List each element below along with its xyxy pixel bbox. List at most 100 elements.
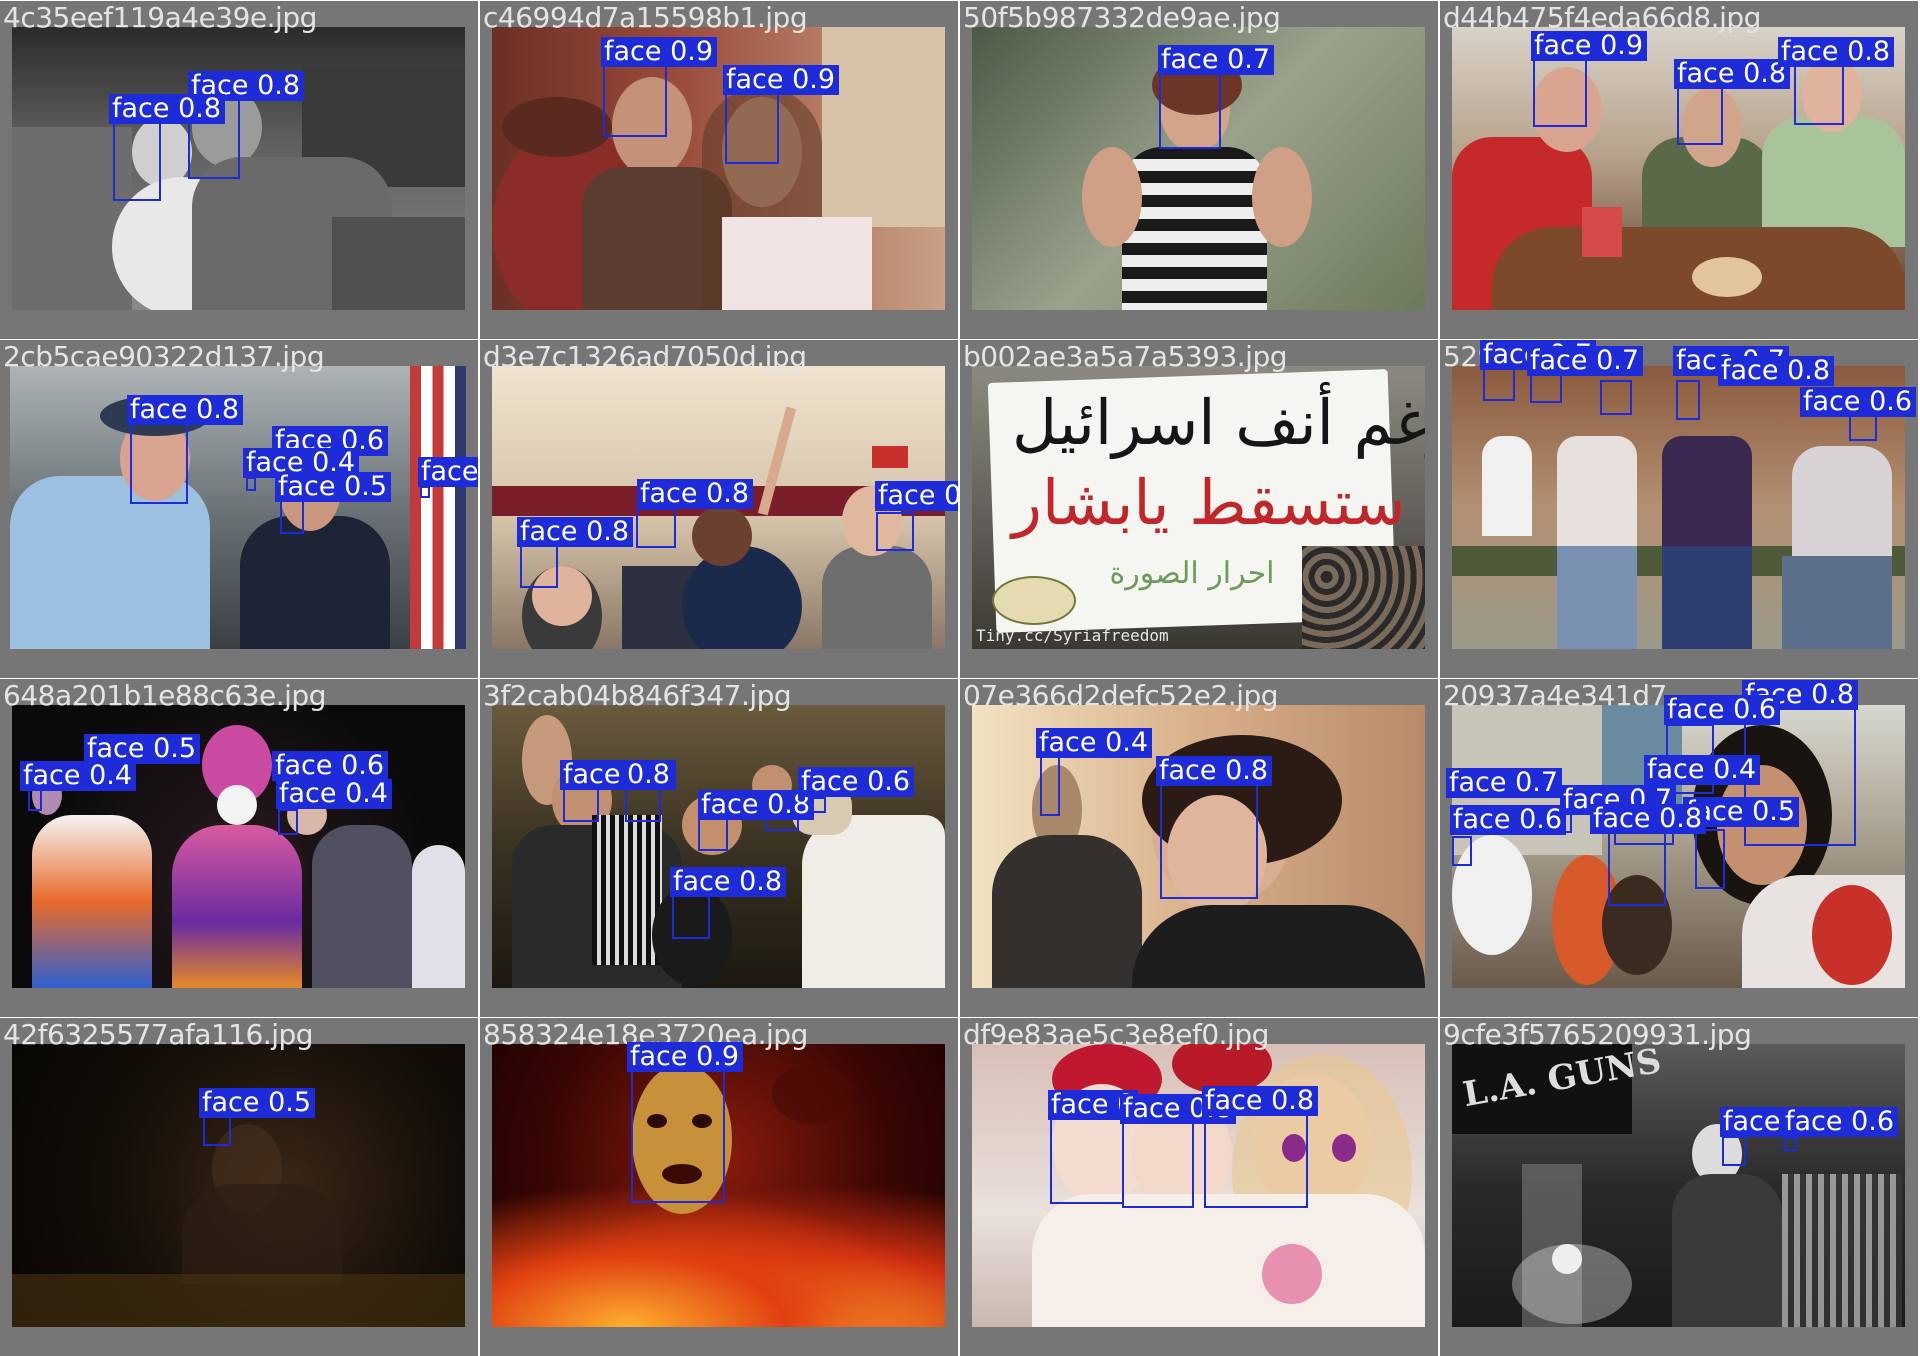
filename-label: d3e7c1326ad7050d.jpg [483,340,807,373]
face-label: face 0.7 [1527,346,1644,376]
face-box [1122,1122,1194,1208]
tile-12: 42f6325577afa116.jpg face 0.5 [0,1018,478,1356]
photo [12,705,465,988]
tile-10: 07e366d2defc52e2.jpg face 0.4 face 0.8 [960,679,1438,1017]
face-label: face 0.8 [1156,756,1273,786]
face-box [1677,85,1723,145]
face-box [876,512,914,551]
face-label: face 0.4 [20,761,137,791]
face-box [1160,784,1258,899]
face-box [725,91,779,164]
face-label: face 0.8 [127,395,244,425]
filename-label: b002ae3a5a7a5393.jpg [963,340,1288,373]
tile-13: 858324e18e3720ea.jpg face 0.9 [480,1018,958,1356]
filename-label: 4c35eef119a4e39e.jpg [3,1,317,34]
face-box [631,1070,725,1203]
face-label: face 0.4 [1644,755,1761,785]
face-box [1159,73,1221,149]
face-label: face 0.7 [875,481,958,511]
tile-5: d3e7c1326ad7050d.jpg face 0.8 face 0.8 f… [480,340,958,678]
face-box [636,508,676,548]
face-box [520,545,558,588]
face-label: face 0.7 [1158,45,1275,75]
filename-label: 50f5b987332de9ae.jpg [963,1,1281,34]
face-label: face 0.9 [601,37,718,67]
photo [972,1044,1425,1327]
face-box [1608,829,1666,906]
face-label: face [1720,1107,1785,1137]
face-box [563,788,599,822]
face-box [113,121,161,201]
sign-line-1: رغم أنف اسرائيل [1012,386,1425,459]
face-label: face 0.9 [1531,31,1648,61]
filename-label: 42f6325577afa116.jpg [3,1018,314,1051]
face-label: face 0.6 [1664,695,1781,725]
face-box [1452,836,1472,866]
filename-label: 9cfe3f5765209931.jpg [1443,1018,1752,1051]
face-box [1040,756,1060,816]
face-box [1695,829,1725,889]
face-label: face 0.5 [275,472,392,502]
face-box [625,788,661,822]
face-label: face 0.8 [1202,1086,1319,1116]
face-box [1204,1114,1308,1208]
photo: رغم أنف اسرائيل ستسقط يابشار احرار الصور… [972,366,1425,649]
face-label: face 0.8 [517,517,634,547]
tile-11: 20937a4e341d7 face 0.8 face 0.6 face 0.4… [1440,679,1918,1017]
face-label: face 0.8 [109,94,226,124]
face-box [1600,380,1632,415]
face-label: face 0.6 [272,751,389,781]
face-box [1722,1136,1746,1166]
tile-1: c46994d7a15598b1.jpg face 0.9 face 0.9 [480,1,958,339]
face-box [1533,57,1587,127]
face-box [280,500,304,534]
face-box [672,895,710,939]
filename-label: df9e83ae5c3e8ef0.jpg [963,1018,1269,1051]
sign-line-2: ستسقط يابشار [1012,466,1406,539]
face-label: face 0.9 [627,1042,744,1072]
face-label: face 0.4 [418,457,478,487]
face-box [1783,1137,1797,1151]
detection-grid: 4c35eef119a4e39e.jpg face 0.8 face 0.8 c… [0,0,1920,1356]
filename-label: 20937a4e341d7 [1443,679,1667,712]
tile-4: 2cb5cae90322d137.jpg face 0.8 face 0.6 f… [0,340,478,678]
filename-label: 2cb5cae90322d137.jpg [3,340,325,373]
face-box [1050,1118,1124,1204]
filename-label: 07e366d2defc52e2.jpg [963,679,1279,712]
face-label: face 0.8 [1718,356,1835,386]
face-label: 0.8 [624,760,674,790]
logo-emblem [992,576,1076,625]
tile-8: 648a201b1e88c63e.jpg face 0.5 face 0.4 f… [0,679,478,1017]
face-label: face 0.9 [723,65,840,95]
face-label: face 0.6 [1800,387,1917,417]
tile-7: 529 face 0.7 face 0.7 face 0.7 face 0.8 … [1440,340,1918,678]
tile-2: 50f5b987332de9ae.jpg face 0.7 [960,1,1438,339]
tile-0: 4c35eef119a4e39e.jpg face 0.8 face 0.8 [0,1,478,339]
tile-15: L.A. GUNS 9cfe3f5765209931.jpg face face… [1440,1018,1918,1356]
face-label: face 0.4 [276,779,393,809]
face-box [203,1116,231,1146]
tile-9: 3f2cab04b846f347.jpg face 0.8 0.8 face 0… [480,679,958,1017]
face-box [603,65,667,137]
face-label: face 0.8 [1778,37,1895,67]
tile-3: d44b475f4eda66d8.jpg face 0.9 face 0.8 f… [1440,1,1918,339]
face-box [1483,366,1515,401]
face-label: face 0.6 [798,767,915,797]
face-label: face 0.7 [1446,768,1563,798]
filename-label: c46994d7a15598b1.jpg [483,1,808,34]
face-box [246,477,256,491]
face-label: face 0.4 [1036,728,1153,758]
face-box [1794,64,1844,125]
watermark-text: Tiny.cc/Syriafreedom [976,626,1169,645]
face-label: face 0.8 [698,790,815,820]
filename-label: 3f2cab04b846f347.jpg [483,679,792,712]
face-box [278,809,298,835]
face-label: face 0.6 [1782,1107,1899,1137]
face-label: face 0.8 [1674,59,1791,89]
tile-6: رغم أنف اسرائيل ستسقط يابشار احرار الصور… [960,340,1438,678]
face-label: face 0.8 [670,867,787,897]
face-box [28,789,42,811]
face-box [1676,380,1700,420]
face-label: face 0.8 [1590,804,1707,834]
sign-line-3: احرار الصورة [1109,556,1275,591]
